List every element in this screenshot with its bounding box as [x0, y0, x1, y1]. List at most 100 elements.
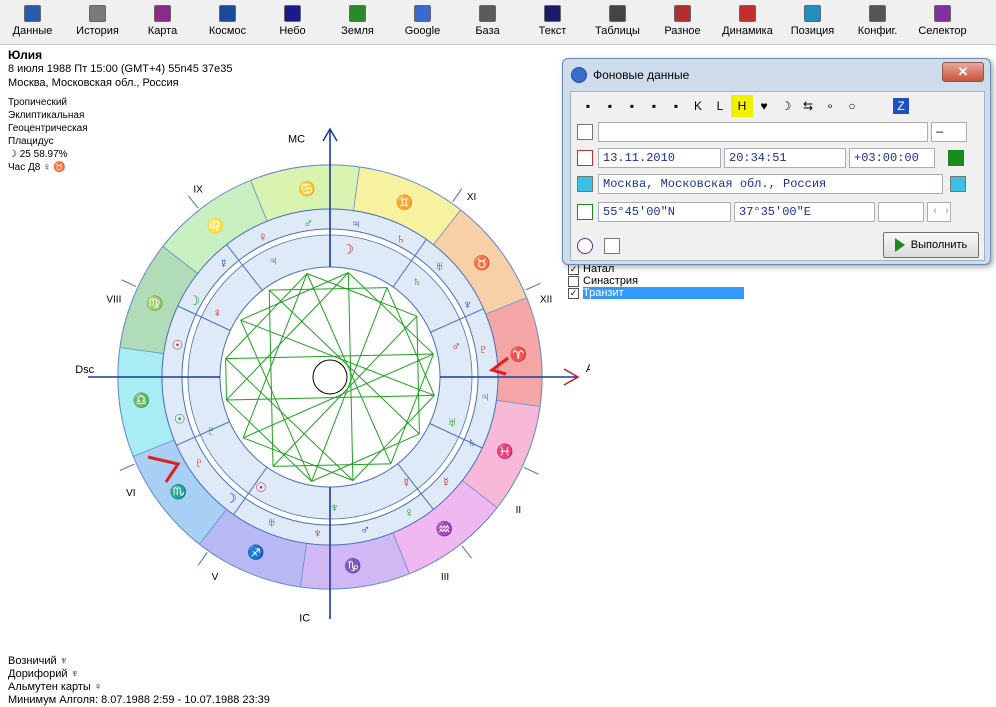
sign-select[interactable]: —	[931, 122, 967, 142]
place-icon	[577, 176, 593, 192]
dialog-titlebar[interactable]: Фоновые данные	[571, 65, 689, 85]
toolbar-button-label: Google	[404, 25, 441, 37]
sign-glyph: ♒	[436, 521, 453, 538]
name-icon	[577, 124, 593, 140]
moon-icon[interactable]: ☽	[775, 95, 797, 117]
list-icon[interactable]: ▪	[665, 95, 687, 117]
wheel-mode-icon[interactable]	[577, 238, 593, 254]
sign-glyph: ♐	[247, 544, 264, 561]
timezone-field[interactable]: +03:00:00	[849, 148, 935, 168]
text-icon	[544, 5, 561, 22]
globe-icon	[89, 5, 106, 22]
transit-planet-glyph: ♄	[467, 435, 477, 450]
house-numeral: VI	[126, 488, 135, 499]
google-icon	[414, 5, 431, 22]
h-icon[interactable]: H	[731, 95, 753, 117]
toolbar-button-10[interactable]: Разное	[650, 0, 715, 44]
toolbar-button-12[interactable]: Позиция	[780, 0, 845, 44]
transit-planet-glyph: ♀	[258, 229, 268, 244]
zodiac-wheel-icon	[154, 5, 171, 22]
toolbar-button-5[interactable]: Земля	[325, 0, 390, 44]
heart-icon[interactable]: ♥	[753, 95, 775, 117]
save-icon[interactable]: ▪	[643, 95, 665, 117]
transit-planet-glyph: ♆	[463, 297, 473, 312]
execute-label: Выполнить	[910, 239, 968, 251]
nav-stepper[interactable]: ‹ ›	[927, 202, 951, 222]
execute-button[interactable]: Выполнить	[883, 232, 979, 258]
note-auriga: Возничий ♆	[8, 655, 68, 667]
toolbar-button-8[interactable]: Текст	[520, 0, 585, 44]
status-indicator[interactable]	[948, 150, 964, 166]
sign-glyph: ♑	[344, 558, 361, 575]
l-icon[interactable]: L	[709, 95, 731, 117]
atlas-icon[interactable]	[950, 176, 966, 192]
house-cusp-tick	[188, 195, 199, 209]
layer-item-2[interactable]: ✓ Транзит	[568, 287, 773, 299]
toolbar-button-6[interactable]: Google	[390, 0, 455, 44]
dot-icon[interactable]: ∘	[819, 95, 841, 117]
house-cusp-tick	[119, 463, 135, 472]
copy-icon[interactable]: ▪	[577, 95, 599, 117]
layer-checkbox[interactable]	[568, 275, 579, 287]
house-cusp-tick	[525, 282, 541, 291]
toolbar-button-2[interactable]: Карта	[130, 0, 195, 44]
transit-planet-glyph: ♀	[404, 504, 414, 519]
latitude-field[interactable]: 55°45'00"N	[598, 202, 731, 222]
z-icon[interactable]: Z	[893, 98, 909, 114]
toolbar-button-7[interactable]: База	[455, 0, 520, 44]
natal-chart-wheel[interactable]: ♈♉♊♋♌♍♎♏♐♑♒♓AscDscMCICIIIIIVVIVIIIIXXIXI…	[60, 112, 590, 622]
toolbar-button-label: Конфиг.	[857, 25, 898, 37]
point-mode-icon[interactable]	[604, 238, 620, 254]
dialog-title: Фоновые данные	[593, 68, 690, 82]
house-cusp-tick	[197, 552, 208, 566]
place-field[interactable]: Москва, Московская обл., Россия	[598, 174, 943, 194]
circle-icon[interactable]: ○	[841, 95, 863, 117]
layer-checkbox[interactable]: ✓	[568, 263, 579, 275]
toolbar-button-3[interactable]: Космос	[195, 0, 260, 44]
close-button[interactable]: ✕	[942, 62, 984, 82]
transit-planet-glyph: ♇	[194, 455, 204, 470]
transit-planet-glyph: ☉	[174, 412, 186, 427]
natal-planet-glyph: ☽	[342, 241, 354, 256]
person-place: Москва, Московская обл., Россия	[8, 77, 179, 89]
longitude-field[interactable]: 37°35'00"E	[734, 202, 875, 222]
toolbar-button-0[interactable]: Данные	[0, 0, 65, 44]
house-cusp-tick	[121, 279, 137, 288]
name-field[interactable]	[598, 122, 928, 142]
paste-icon[interactable]: ▪	[599, 95, 621, 117]
toolbar-button-14[interactable]: Селектор	[910, 0, 975, 44]
toolbar-button-4[interactable]: Небо	[260, 0, 325, 44]
main-toolbar: Данные История Карта Космос Небо Земля Google Б…	[0, 0, 996, 45]
sign-glyph: ♋	[298, 180, 315, 197]
dialog-toolbar: ▪ ▪ ▪ ▪ ▪ K L H ♥ ☽ ⇆ ∘ ○ Z	[577, 95, 909, 117]
date-field[interactable]: 13.11.2010	[598, 148, 721, 168]
toolbar-button-11[interactable]: Динамика	[715, 0, 780, 44]
time-field[interactable]: 20:34:51	[724, 148, 846, 168]
person-info: Юлия 8 июля 1988 Пт 15:00 (GMT+4) 55n45 …	[8, 48, 232, 90]
house-numeral: III	[441, 572, 449, 583]
transit-planet-glyph: ♃	[351, 216, 361, 231]
sign-glyph: ♎	[133, 392, 150, 409]
toolbar-button-13[interactable]: Конфиг.	[845, 0, 910, 44]
swap-icon[interactable]: ⇆	[797, 95, 819, 117]
natal-planet-glyph: ♃	[268, 253, 278, 268]
toolbar-button-label: Динамика	[722, 25, 773, 37]
k-icon[interactable]: K	[687, 95, 709, 117]
house-cusp-tick	[523, 466, 539, 475]
coords-icon	[577, 204, 593, 220]
center-circle	[312, 359, 348, 395]
dynamics-icon	[739, 5, 756, 22]
date-icon	[577, 150, 593, 166]
natal-planet-glyph: ♀	[213, 305, 223, 320]
new-icon[interactable]: ▪	[621, 95, 643, 117]
note-almuten: Альмутен карты ♀	[8, 681, 103, 693]
extra-field[interactable]	[878, 202, 924, 222]
house-cusp-tick	[461, 545, 472, 559]
zodiac-type: Тропический	[8, 97, 67, 108]
transit-planet-glyph: ♄	[396, 231, 406, 246]
layer-checkbox[interactable]: ✓	[568, 287, 579, 299]
toolbar-button-9[interactable]: Таблицы	[585, 0, 650, 44]
natal-planet-glyph: ☿	[402, 475, 412, 490]
layer-item-1[interactable]: Синастрия	[568, 275, 773, 287]
toolbar-button-1[interactable]: История	[65, 0, 130, 44]
